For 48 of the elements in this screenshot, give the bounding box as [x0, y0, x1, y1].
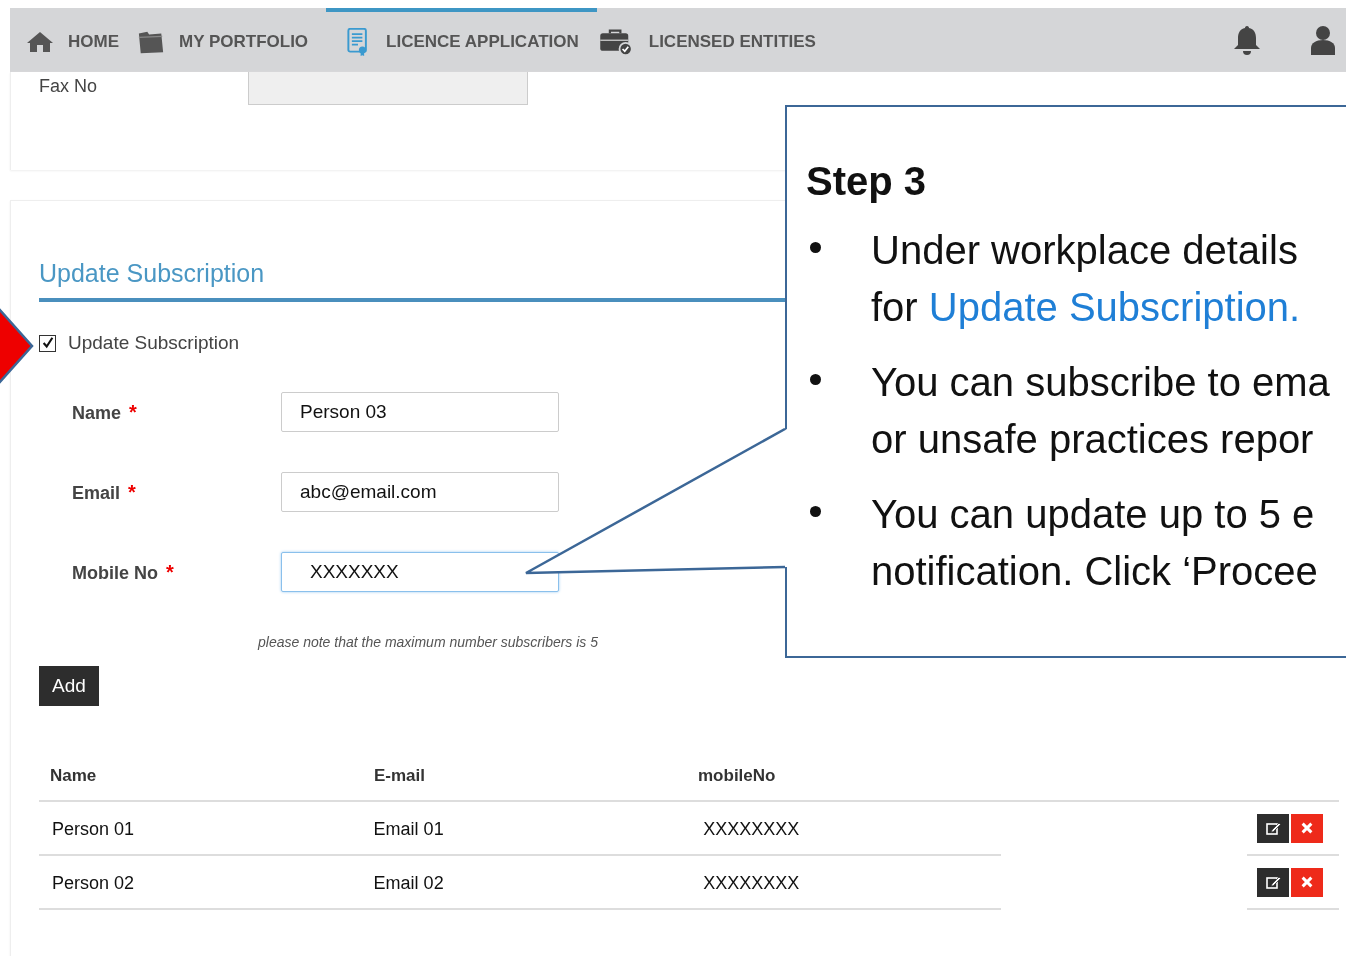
- edit-button[interactable]: [1257, 867, 1289, 897]
- required-asterisk: *: [129, 400, 137, 424]
- delete-button[interactable]: [1291, 867, 1323, 897]
- nav-tab[interactable]: LICENSED ENTITIES: [596, 8, 834, 72]
- callout-text: You can subscribe to ema: [871, 359, 1330, 406]
- required-asterisk: *: [128, 480, 136, 504]
- bullet-dot: [810, 374, 821, 385]
- nav-tab[interactable]: MY PORTFOLIO: [137, 8, 327, 72]
- table-cell-text: XXXXXXXX: [702, 819, 801, 840]
- field-label: Email: [72, 482, 121, 504]
- column-header: mobileNo: [698, 766, 777, 786]
- close-icon: [1300, 821, 1314, 835]
- bullet-dot: [810, 506, 821, 517]
- section-title: Update Subscription: [39, 259, 266, 288]
- input-field[interactable]: Person 03: [281, 392, 559, 432]
- nav-tab[interactable]: HOME: [26, 8, 137, 72]
- column-header: E-mail: [374, 766, 427, 786]
- input-field[interactable]: abc@email.com: [281, 472, 559, 512]
- required-asterisk: *: [166, 560, 174, 584]
- field-label: Mobile No: [72, 562, 158, 584]
- column-header: Name: [50, 766, 98, 786]
- add-button[interactable]: Add: [39, 666, 99, 706]
- callout-text: Under workplace details: [871, 227, 1299, 274]
- field-label: Fax No: [39, 75, 99, 97]
- delete-button[interactable]: [1291, 813, 1323, 843]
- field-label: Name: [72, 402, 122, 424]
- table-cell-text: Person 01: [52, 819, 136, 840]
- table-cell-text: Email 01: [373, 819, 445, 840]
- close-icon: [1300, 875, 1314, 889]
- callout-text: notification. Click ‘Procee: [871, 548, 1318, 595]
- table-cell-text: XXXXXXXX: [702, 873, 801, 894]
- fax-input-field[interactable]: [248, 72, 528, 105]
- input-field[interactable]: XXXXXXX: [281, 552, 559, 592]
- user-icon[interactable]: [1308, 24, 1338, 56]
- table-cell-text: Email 02: [373, 873, 445, 894]
- note-text: please note that the maximum number subscribers is 5: [258, 634, 600, 650]
- checkbox-label: Update Subscription: [68, 332, 240, 354]
- table-cell-text: Person 02: [52, 873, 136, 894]
- bullet-dot: [810, 242, 821, 253]
- callout-title: Step 3: [806, 159, 928, 204]
- bell-icon[interactable]: [1232, 24, 1262, 56]
- callout-text: You can update up to 5 e: [871, 491, 1316, 538]
- edit-icon: [1265, 820, 1281, 836]
- edit-button[interactable]: [1257, 813, 1289, 843]
- callout-text: or unsafe practices repor: [871, 416, 1315, 463]
- edit-icon: [1265, 874, 1281, 890]
- checkbox[interactable]: [39, 334, 56, 352]
- callout-text: for Update Subscription.: [871, 284, 1301, 331]
